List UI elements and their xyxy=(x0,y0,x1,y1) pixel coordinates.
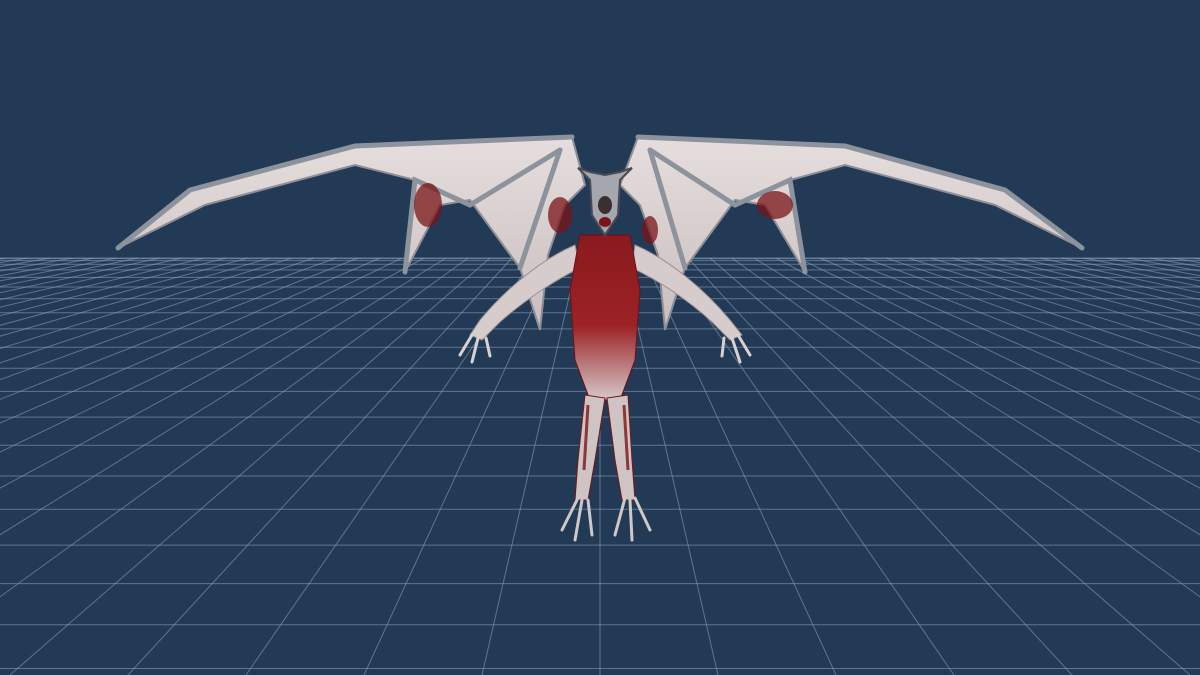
grid-line-vertical xyxy=(1149,257,1200,268)
feet xyxy=(560,496,652,542)
grid-line-vertical xyxy=(363,257,557,675)
viewport-scene[interactable] xyxy=(0,0,1200,675)
grid-line-vertical xyxy=(0,257,469,598)
grid-line-vertical xyxy=(731,257,1200,598)
grid-line-vertical xyxy=(1127,257,1200,272)
grid-line-vertical xyxy=(0,257,381,424)
grid-line-vertical xyxy=(0,257,161,294)
grid-line-vertical xyxy=(753,257,1200,536)
torso xyxy=(569,234,641,401)
grid-line-vertical xyxy=(0,257,249,326)
grid-line-vertical xyxy=(1039,257,1200,294)
grid-line-vertical xyxy=(907,257,1200,350)
grid-line-vertical xyxy=(863,257,1200,381)
grid-line-vertical xyxy=(643,257,837,675)
grid-line-vertical xyxy=(885,257,1200,364)
grid-line-vertical xyxy=(9,257,491,675)
grid-line-vertical xyxy=(0,257,315,364)
grid-line-vertical xyxy=(995,257,1200,308)
grid-line-vertical xyxy=(1171,257,1200,264)
grid-line-vertical xyxy=(709,257,1191,675)
grid-line-vertical xyxy=(951,257,1200,326)
grid-line-vertical xyxy=(0,257,73,272)
grid-line-vertical xyxy=(973,257,1200,317)
grid-line-vertical xyxy=(0,257,205,308)
grid-line-vertical xyxy=(1105,257,1200,277)
grid-line-vertical xyxy=(687,257,1073,675)
grid-line-vertical xyxy=(127,257,513,675)
grid-line-vertical xyxy=(0,257,51,268)
grid-line-vertical xyxy=(0,257,337,381)
grid-line-vertical xyxy=(797,257,1200,453)
grid-line-vertical xyxy=(0,257,227,317)
grid-line-vertical xyxy=(1193,257,1200,260)
grid-line-vertical xyxy=(1061,257,1200,288)
grid-line-vertical xyxy=(665,257,955,675)
grid-line-vertical xyxy=(0,257,403,453)
grid-line-vertical xyxy=(0,257,293,350)
grid-line-vertical xyxy=(0,257,447,536)
grid-line-vertical xyxy=(0,257,95,277)
3d-viewport[interactable] xyxy=(0,0,1200,675)
grid-line-vertical xyxy=(0,257,29,264)
grid-line-vertical xyxy=(775,257,1200,489)
grid-line-vertical xyxy=(0,257,425,489)
grid-line-vertical xyxy=(0,257,139,288)
grid-line-vertical xyxy=(819,257,1200,424)
grid-line-vertical xyxy=(0,257,7,260)
